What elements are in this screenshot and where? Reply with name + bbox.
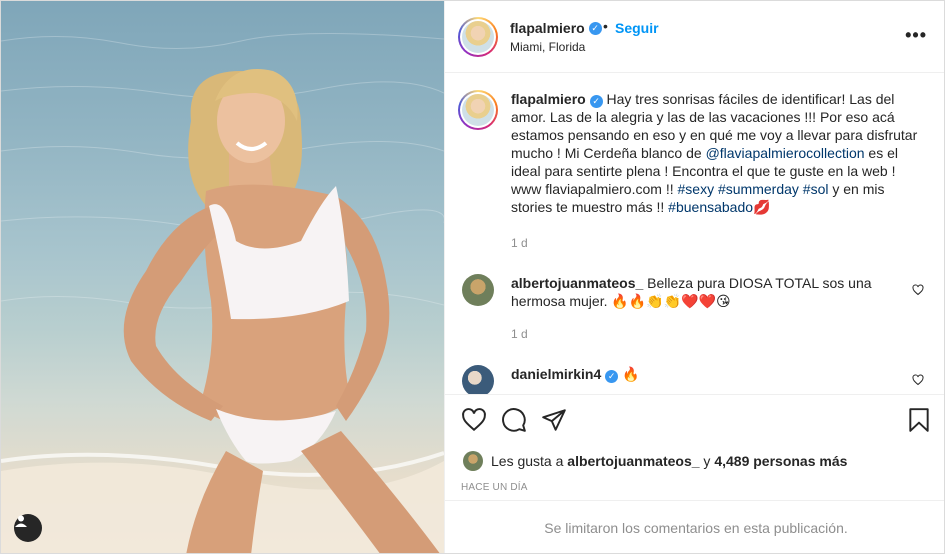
comment-emojis: 🔥 <box>622 367 640 383</box>
verified-icon: ✓ <box>589 94 603 108</box>
comments-area[interactable]: flapalmiero ✓ Hay tres sonrisas fáciles … <box>445 74 944 394</box>
author-name[interactable]: flapalmiero ✓ <box>510 20 602 36</box>
comment-username[interactable]: albertojuanmateos_ <box>511 275 643 291</box>
post-timestamp[interactable]: HACE UN DÍA <box>461 482 528 493</box>
likes-prefix: Les gusta a <box>491 453 568 469</box>
action-bar <box>445 394 944 446</box>
more-icon[interactable]: ••• <box>905 25 927 46</box>
author-username[interactable]: flapalmiero <box>510 20 585 36</box>
likes-middle: y <box>699 453 715 469</box>
like-comment-heart-icon[interactable] <box>912 284 924 299</box>
author-avatar[interactable] <box>458 17 498 57</box>
share-icon[interactable] <box>541 407 567 436</box>
verified-icon: ✓ <box>588 21 602 35</box>
comment-emojis: 🔥🔥👏👏❤️❤️😘 <box>611 294 731 310</box>
follow-button[interactable]: Seguir <box>615 20 659 36</box>
hashtag-buensabado[interactable]: #buensabado <box>668 199 753 215</box>
user-tag-icon[interactable] <box>14 514 42 542</box>
kiss-emoji: 💋 <box>753 200 771 216</box>
comment-text: danielmirkin4 ✓ 🔥 <box>511 365 919 384</box>
mention-link[interactable]: @flaviapalmierocollection <box>706 145 865 161</box>
hashtag-sol[interactable]: #sol <box>803 181 829 197</box>
post-location[interactable]: Miami, Florida <box>510 40 585 54</box>
separator-dot: • <box>603 18 608 34</box>
verified-icon: ✓ <box>605 369 619 383</box>
comments-limited-notice: Se limitaron los comentarios en esta pub… <box>445 500 944 553</box>
caption-avatar[interactable] <box>458 90 498 130</box>
comment-username[interactable]: danielmirkin4 <box>511 366 601 382</box>
likes-text: Les gusta a albertojuanmateos_ y 4,489 p… <box>491 453 847 469</box>
photo-illustration <box>1 32 444 553</box>
bookmark-icon[interactable] <box>906 407 932 436</box>
comment-icon[interactable] <box>501 407 527 436</box>
comment-time[interactable]: 1 d <box>511 327 528 341</box>
comment-avatar[interactable] <box>462 274 494 306</box>
liker-username[interactable]: albertojuanmateos_ <box>567 453 699 469</box>
caption-time[interactable]: 1 d <box>511 236 528 250</box>
caption-username[interactable]: flapalmiero <box>511 91 586 107</box>
likes-line: Les gusta a albertojuanmateos_ y 4,489 p… <box>463 451 847 471</box>
post-panel: flapalmiero ✓ • Seguir Miami, Florida ••… <box>444 1 944 553</box>
liker-avatar[interactable] <box>463 451 483 471</box>
post-photo[interactable] <box>1 1 444 553</box>
likes-count[interactable]: 4,489 personas más <box>714 453 847 469</box>
caption-text: flapalmiero ✓ Hay tres sonrisas fáciles … <box>511 90 919 217</box>
hashtag-sexy[interactable]: #sexy <box>678 181 715 197</box>
post-header: flapalmiero ✓ • Seguir Miami, Florida ••… <box>445 1 944 73</box>
like-comment-heart-icon[interactable] <box>912 374 924 389</box>
heart-icon[interactable] <box>461 407 487 436</box>
post-window: flapalmiero ✓ • Seguir Miami, Florida ••… <box>0 0 945 554</box>
comment-text: albertojuanmateos_ Belleza pura DIOSA TO… <box>511 274 919 311</box>
comment-avatar[interactable] <box>462 365 494 394</box>
hashtag-summerday[interactable]: #summerday <box>718 181 799 197</box>
